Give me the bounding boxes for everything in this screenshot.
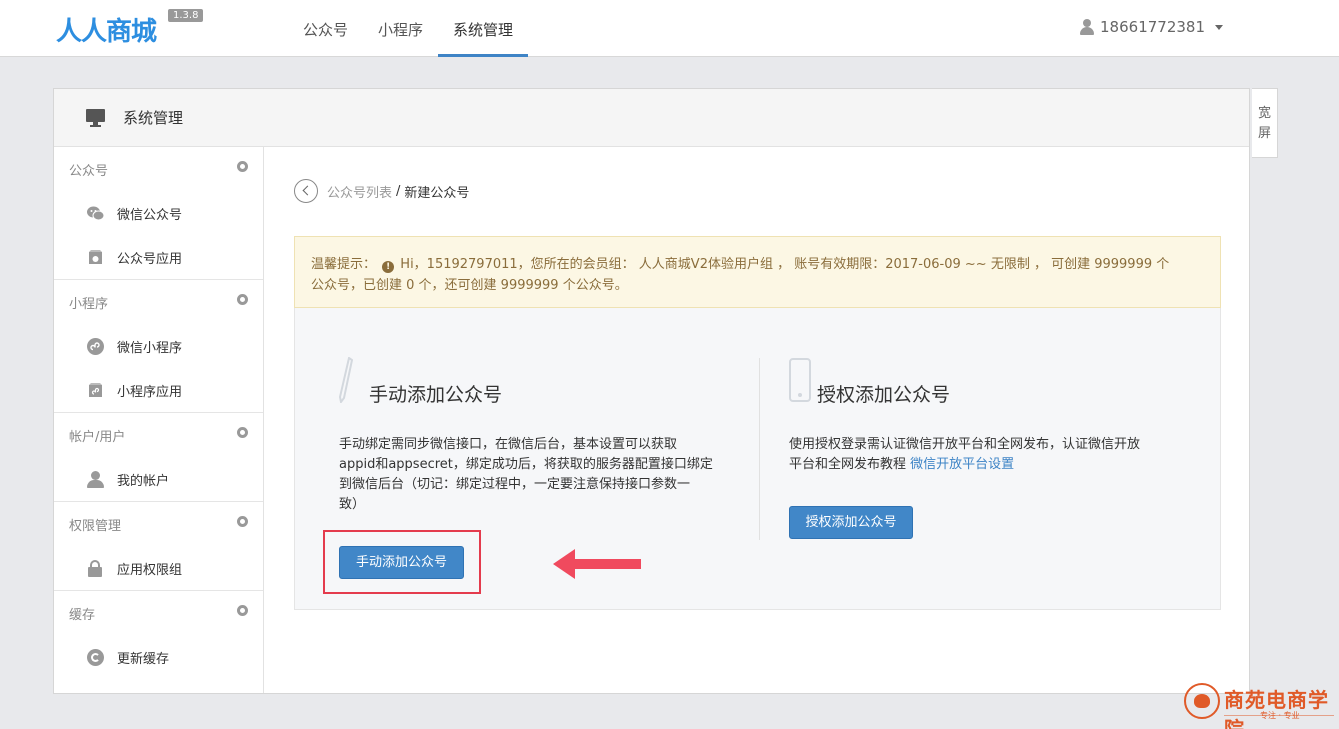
phone-icon: [789, 358, 811, 402]
sidebar-group-header: 缓存: [54, 591, 263, 635]
info-icon: !: [382, 261, 395, 273]
sidebar-item-mini-program-apps[interactable]: 小程序应用: [54, 368, 263, 412]
sidebar-group-account-user: 帐户/用户 我的帐户: [54, 413, 263, 502]
nav-tab-mini-program[interactable]: 小程序: [363, 0, 438, 57]
arrow-left-icon: [553, 549, 641, 579]
logo-text: 人人商城: [56, 16, 157, 47]
watermark-sub: 专注 · 专业: [1260, 711, 1300, 720]
top-navbar: 人人商城 1.3.8 公众号 小程序 系统管理 18661772381: [0, 0, 1339, 57]
caret-down-icon: [1215, 24, 1223, 30]
auth-add-title: 授权添加公众号: [817, 384, 951, 406]
app-logo[interactable]: 人人商城: [56, 12, 157, 47]
desc-line: 手动绑定需同步微信接口，在微信后台，基本设置可以获取: [339, 437, 678, 452]
desc-line: 到微信后台（切记：绑定过程中，一定要注意保持接口参数一: [339, 477, 691, 492]
sidebar-item-account-apps[interactable]: 公众号应用: [54, 235, 263, 279]
pencil-icon: [339, 357, 353, 403]
desc-line: 致）: [339, 497, 366, 512]
sidebar-group-title: 小程序: [69, 296, 109, 312]
sidebar-item-label: 应用权限组: [117, 562, 183, 578]
gear-icon[interactable]: [237, 160, 248, 172]
content-area: 公众号列表 / 新建公众号 温馨提示： ! Hi，15192797011，您所在…: [294, 179, 1221, 610]
gear-icon[interactable]: [237, 604, 248, 616]
miniprogram-icon: [87, 337, 104, 355]
notice-text-2: 公众号，已创建 0 个，还可创建 9999999 个公众号。: [311, 278, 628, 293]
sidebar-item-wechat-account[interactable]: 微信公众号: [54, 191, 263, 235]
version-badge: 1.3.8: [168, 9, 204, 22]
sidebar-item-label: 小程序应用: [117, 384, 183, 400]
sidebar-group-title: 缓存: [69, 607, 96, 623]
main-panel: 系统管理 公众号 微信公众号 公众号应用 小程序 微信小程序 小程序应用 帐户/…: [53, 88, 1250, 694]
desc-line: 使用授权登录需认证微信开放平台和全网发布，认证微信开放: [789, 437, 1141, 452]
notice-box: 温馨提示： ! Hi，15192797011，您所在的会员组： 人人商城V2体验…: [294, 236, 1221, 308]
manual-add-button[interactable]: 手动添加公众号: [339, 546, 464, 579]
desc-text: 平台和全网发布教程: [789, 457, 911, 472]
refresh-icon: [87, 648, 104, 666]
lock-icon: [87, 559, 104, 577]
panel-header: 系统管理: [54, 89, 1249, 147]
panel-title: 系统管理: [123, 109, 184, 127]
sidebar-item-app-permission-group[interactable]: 应用权限组: [54, 546, 263, 590]
breadcrumb: 公众号列表 / 新建公众号: [294, 179, 1221, 203]
desc-line: 平台和全网发布教程 微信开放平台设置: [789, 455, 1197, 475]
notice-text-1: Hi，15192797011，您所在的会员组： 人人商城V2体验用户组 ， 账号…: [400, 257, 1170, 272]
sidebar-item-label: 我的帐户: [117, 473, 170, 489]
add-account-options: 手动添加公众号 手动绑定需同步微信接口，在微信后台，基本设置可以获取 appid…: [294, 308, 1221, 610]
sidebar-group-title: 权限管理: [69, 518, 122, 534]
sidebar-item-wechat-mini-program[interactable]: 微信小程序: [54, 324, 263, 368]
main-nav: 公众号 小程序 系统管理: [288, 0, 529, 57]
auth-add-description: 使用授权登录需认证微信开放平台和全网发布，认证微信开放 平台和全网发布教程 微信…: [789, 435, 1197, 475]
gear-icon[interactable]: [237, 426, 248, 438]
app-icon: [87, 382, 104, 399]
breadcrumb-separator: /: [396, 183, 401, 199]
sidebar-group-header: 帐户/用户: [54, 413, 263, 457]
sidebar-group-title: 公众号: [69, 163, 109, 179]
column-divider: [759, 358, 760, 540]
open-platform-settings-link[interactable]: 微信开放平台设置: [910, 457, 1014, 472]
breadcrumb-current: 新建公众号: [404, 185, 470, 201]
sidebar-group-header: 权限管理: [54, 502, 263, 546]
sidebar: 公众号 微信公众号 公众号应用 小程序 微信小程序 小程序应用 帐户/用户 我的…: [54, 147, 264, 693]
sidebar-group-mini-program: 小程序 微信小程序 小程序应用: [54, 280, 263, 413]
sidebar-group-title: 帐户/用户: [69, 429, 126, 445]
gear-icon[interactable]: [237, 293, 248, 305]
app-icon: [87, 249, 104, 266]
breadcrumb-parent-link[interactable]: 公众号列表: [327, 182, 392, 201]
sidebar-group-header: 公众号: [54, 147, 263, 191]
nav-tab-official-account[interactable]: 公众号: [288, 0, 363, 57]
sidebar-item-label: 公众号应用: [117, 251, 183, 267]
wide-screen-toggle[interactable]: 宽屏: [1252, 88, 1278, 158]
sidebar-item-label: 微信公众号: [117, 207, 183, 223]
monitor-icon: [86, 108, 105, 127]
desc-line: appid和appsecret，绑定成功后，将获取的服务器配置接口绑定: [339, 457, 713, 472]
sidebar-group-permissions: 权限管理 应用权限组: [54, 502, 263, 591]
sidebar-group-official-account: 公众号 微信公众号 公众号应用: [54, 147, 263, 280]
user-icon: [87, 470, 104, 488]
sidebar-item-label: 微信小程序: [117, 340, 183, 356]
back-icon[interactable]: [294, 179, 318, 203]
manual-add-title: 手动添加公众号: [369, 384, 503, 406]
sidebar-item-my-account[interactable]: 我的帐户: [54, 457, 263, 501]
watermark-emblem: [1184, 683, 1220, 719]
user-name: 18661772381: [1100, 18, 1205, 36]
sidebar-group-cache: 缓存 更新缓存: [54, 591, 263, 679]
wide-screen-label: 宽屏: [1258, 106, 1272, 141]
sidebar-item-refresh-cache[interactable]: 更新缓存: [54, 635, 263, 679]
wechat-icon: [87, 205, 105, 222]
watermark-logo: 商苑电商学院 专注 · 专业: [1180, 681, 1336, 729]
sidebar-group-header: 小程序: [54, 280, 263, 324]
gear-icon[interactable]: [237, 515, 248, 527]
notice-label: 温馨提示：: [311, 257, 377, 272]
user-menu[interactable]: 18661772381: [1080, 18, 1223, 36]
auth-add-button[interactable]: 授权添加公众号: [789, 506, 913, 539]
notice-line-1: 温馨提示： ! Hi，15192797011，您所在的会员组： 人人商城V2体验…: [311, 254, 1204, 275]
watermark-name: 商苑电商学院: [1224, 688, 1329, 729]
user-icon: [1080, 19, 1095, 35]
manual-add-description: 手动绑定需同步微信接口，在微信后台，基本设置可以获取 appid和appsecr…: [339, 435, 747, 515]
nav-tab-system-management[interactable]: 系统管理: [438, 0, 529, 57]
sidebar-item-label: 更新缓存: [117, 651, 170, 667]
